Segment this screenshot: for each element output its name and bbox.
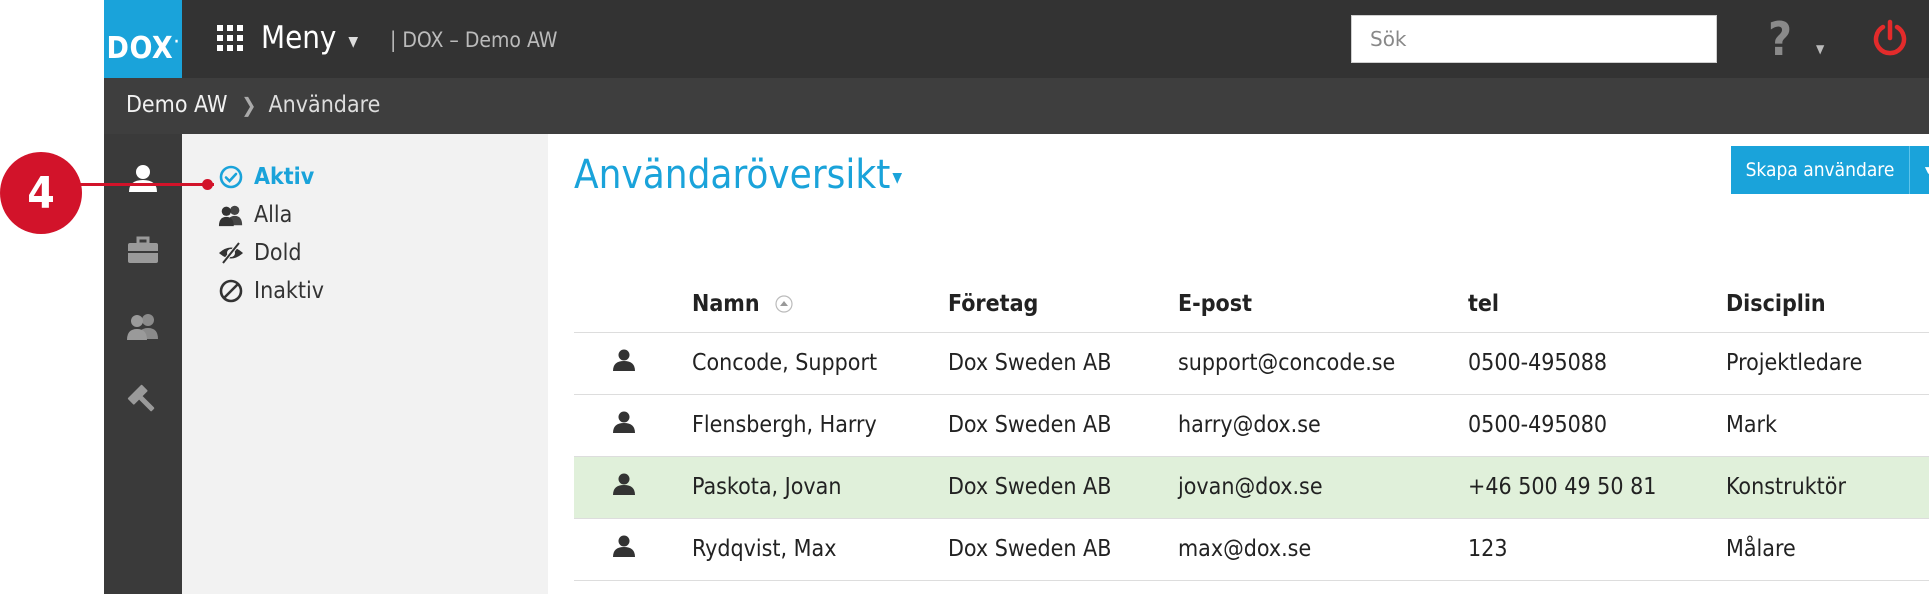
user-icon: [129, 165, 157, 192]
table-row-selected[interactable]: Paskota, Jovan Dox Sweden AB jovan@dox.s…: [574, 456, 1929, 519]
cell-discipline: Målare: [1726, 518, 1929, 581]
top-bar: DOX· Meny ▼ | DOX – Demo AW ? ▼: [104, 0, 1929, 78]
filter-panel: Aktiv Alla Dold Inaktiv: [182, 134, 548, 594]
users-table: Namn Företag E-post tel Disciplin Concod…: [574, 276, 1929, 581]
user-icon: [613, 411, 635, 433]
help-icon[interactable]: ?: [1768, 12, 1792, 66]
header-icon: [574, 276, 692, 333]
cell-discipline: Konstruktör: [1726, 456, 1929, 519]
page-title-text: Användaröversikt: [574, 152, 891, 198]
header-tel[interactable]: tel: [1468, 276, 1726, 333]
row-avatar-cell: [574, 332, 692, 395]
chevron-down-icon: ▼: [892, 170, 902, 186]
filter-dold[interactable]: Dold: [218, 240, 301, 266]
header-discipline[interactable]: Disciplin: [1726, 276, 1929, 333]
eye-slash-icon: [218, 240, 244, 266]
breadcrumb-root[interactable]: Demo AW: [126, 92, 227, 118]
table-row[interactable]: Rydqvist, Max Dox Sweden AB max@dox.se 1…: [574, 518, 1929, 581]
chevron-down-icon[interactable]: ▼: [1816, 42, 1824, 56]
breadcrumb-current: Användare: [268, 92, 381, 118]
cell-email: max@dox.se: [1178, 518, 1468, 581]
users-icon: [127, 314, 158, 340]
filter-label: Alla: [254, 202, 293, 228]
cell-company: Dox Sweden AB: [948, 518, 1178, 581]
chevron-down-icon: ▼: [348, 34, 359, 50]
cell-tel: 0500-495088: [1468, 332, 1726, 395]
callout-line: [80, 183, 214, 186]
cell-name: Flensbergh, Harry: [692, 394, 948, 457]
table-row[interactable]: Concode, Support Dox Sweden AB support@c…: [574, 332, 1929, 395]
users-icon: [218, 202, 244, 228]
cell-email: support@concode.se: [1178, 332, 1468, 395]
filter-label: Inaktiv: [254, 278, 324, 304]
create-user-dropdown[interactable]: ▼: [1909, 146, 1929, 194]
cell-tel: 123: [1468, 518, 1726, 581]
app-path: | DOX – Demo AW: [390, 28, 558, 52]
filter-alla[interactable]: Alla: [218, 202, 292, 228]
logo-dot: ·: [174, 34, 180, 50]
cell-email: harry@dox.se: [1178, 394, 1468, 457]
cell-company: Dox Sweden AB: [948, 394, 1178, 457]
cell-discipline: Projektledare: [1726, 332, 1929, 395]
cell-company: Dox Sweden AB: [948, 456, 1178, 519]
create-user-button[interactable]: Skapa användare: [1731, 146, 1909, 194]
check-circle-icon: [218, 164, 244, 190]
dox-logo[interactable]: DOX ·: [104, 0, 182, 78]
page-title[interactable]: Användaröversikt ▼: [574, 152, 902, 198]
table-row[interactable]: Flensbergh, Harry Dox Sweden AB harry@do…: [574, 394, 1929, 457]
row-avatar-cell: [574, 456, 692, 519]
cell-tel: +46 500 49 50 81: [1468, 456, 1726, 519]
cell-name: Rydqvist, Max: [692, 518, 948, 581]
breadcrumb-bar: Demo AW ❯ Användare: [104, 78, 1929, 134]
filter-aktiv[interactable]: Aktiv: [218, 164, 314, 190]
cell-name: Concode, Support: [692, 332, 948, 395]
header-name[interactable]: Namn: [692, 276, 948, 333]
power-icon[interactable]: [1870, 18, 1910, 58]
user-icon: [613, 535, 635, 557]
rail-item-user[interactable]: [104, 148, 182, 208]
header-name-label: Namn: [692, 290, 760, 317]
chevron-down-icon: ▼: [1922, 163, 1929, 177]
table-header-row: Namn Företag E-post tel Disciplin: [574, 276, 1929, 333]
rail-item-company[interactable]: [104, 220, 182, 280]
cell-company: Dox Sweden AB: [948, 332, 1178, 395]
menu-button[interactable]: Meny ▼: [217, 18, 358, 58]
ban-icon: [218, 278, 244, 304]
header-email[interactable]: E-post: [1178, 276, 1468, 333]
cell-email: jovan@dox.se: [1178, 456, 1468, 519]
menu-label: Meny: [261, 20, 337, 56]
rail-item-admin[interactable]: [104, 370, 182, 430]
logo-text: DOX: [106, 31, 174, 66]
user-icon: [613, 473, 635, 495]
sort-asc-icon[interactable]: [775, 295, 793, 313]
header-company[interactable]: Företag: [948, 276, 1178, 333]
callout-dot: [202, 179, 213, 190]
row-avatar-cell: [574, 518, 692, 581]
filter-inaktiv[interactable]: Inaktiv: [218, 278, 324, 304]
breadcrumb: Demo AW ❯ Användare: [126, 92, 380, 118]
callout-badge: 4: [0, 152, 82, 234]
apps-grid-icon: [217, 25, 243, 51]
user-icon: [613, 349, 635, 371]
briefcase-icon: [128, 236, 158, 263]
search-input[interactable]: [1351, 15, 1717, 63]
filter-label: Dold: [254, 240, 302, 266]
filter-label: Aktiv: [254, 164, 315, 190]
main-content: Användaröversikt ▼ Skapa användare ▼ Namn…: [548, 134, 1929, 594]
cell-discipline: Mark: [1726, 394, 1929, 457]
row-avatar-cell: [574, 394, 692, 457]
create-user-group: Skapa användare ▼: [1731, 146, 1929, 194]
cell-name: Paskota, Jovan: [692, 456, 948, 519]
cell-tel: 0500-495080: [1468, 394, 1726, 457]
rail-item-groups[interactable]: [104, 296, 182, 356]
icon-rail: [104, 134, 182, 594]
app-window: DOX· Meny ▼ | DOX – Demo AW ? ▼ Demo AW …: [104, 0, 1929, 594]
hammer-icon: [127, 384, 155, 412]
chevron-right-icon: ❯: [241, 93, 257, 117]
